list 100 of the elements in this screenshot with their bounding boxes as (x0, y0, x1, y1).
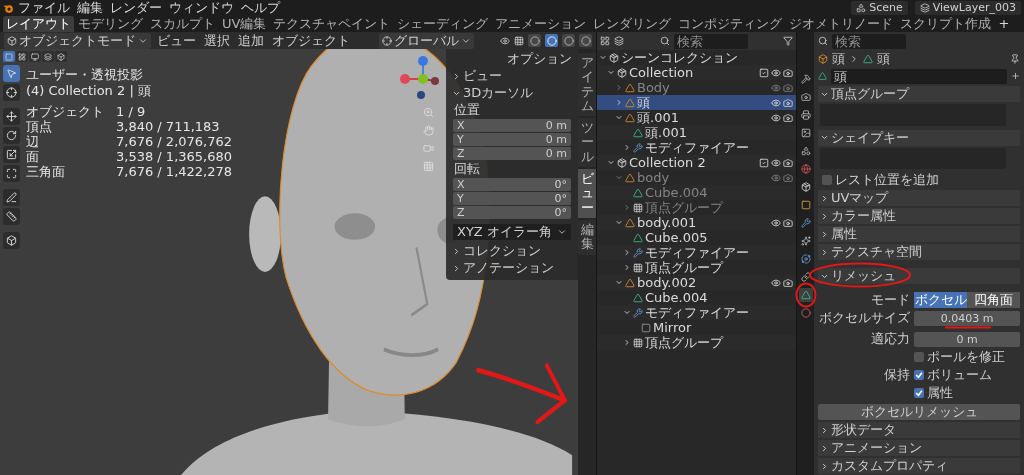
workspace-tab[interactable]: レイアウト (3, 16, 74, 32)
pin-icon[interactable] (1010, 53, 1020, 64)
eye-icon[interactable] (771, 277, 781, 288)
outliner-row[interactable]: 頭 (597, 95, 796, 110)
sidebar-tab[interactable]: ビュー (578, 169, 596, 218)
chevron-icon[interactable] (820, 193, 829, 203)
panel-header[interactable]: 頂点グループ (818, 86, 1020, 103)
eye-icon[interactable] (771, 217, 781, 228)
panel-header[interactable]: UVマップ (818, 190, 1020, 207)
checkbox[interactable]: レスト位置を追加 (818, 172, 1020, 189)
properties-tab[interactable] (798, 234, 813, 248)
tool-button[interactable] (3, 108, 20, 125)
perspective-toggle-button[interactable] (421, 159, 435, 173)
checkbox[interactable]: 属性 (914, 385, 953, 402)
eye-icon[interactable] (771, 67, 781, 78)
workspace-tab[interactable]: アニメーション (492, 16, 590, 32)
selection-mode-button[interactable] (29, 51, 41, 62)
filter-icon[interactable] (783, 36, 793, 46)
checkbox-box[interactable] (914, 352, 924, 363)
shading-mode-button[interactable] (579, 34, 592, 47)
tool-button[interactable] (3, 165, 20, 182)
mode-dropdown[interactable]: オブジェクトモード (4, 32, 151, 49)
checkbox-icon[interactable] (759, 67, 769, 78)
workspace-tab[interactable]: スクリプト作成 (897, 16, 995, 32)
tool-button[interactable] (3, 84, 20, 101)
orientation-dropdown[interactable]: グローバル (378, 32, 474, 49)
chevron-icon[interactable] (452, 246, 461, 256)
workspace-tab[interactable]: UV編集 (219, 16, 270, 32)
number-field[interactable]: Z 0° (453, 206, 571, 219)
chevron-icon[interactable] (623, 308, 631, 317)
chevron-icon[interactable] (452, 71, 461, 81)
panel-header[interactable]: 属性 (818, 226, 1020, 243)
selection-mode-button[interactable] (3, 51, 15, 62)
workspace-tab[interactable]: レンダリング (590, 16, 675, 32)
scene-selector[interactable]: Scene (851, 1, 908, 15)
menu-item[interactable]: ファイル (15, 0, 73, 16)
search-field[interactable]: 検索 (832, 33, 906, 49)
panel-header[interactable]: カスタムプロパティ (818, 458, 1020, 475)
panel-header[interactable]: コレクション (450, 243, 574, 259)
plus-icon[interactable] (1011, 71, 1020, 82)
number-field[interactable]: 0.0403 m (914, 310, 1020, 326)
number-field[interactable]: X 0 m (453, 119, 571, 132)
tool-button[interactable] (3, 65, 20, 82)
workspace-tab[interactable]: モデリング (75, 16, 146, 32)
menu-item[interactable]: ビュー (155, 32, 198, 49)
properties-tab[interactable] (798, 108, 813, 122)
chevron-icon[interactable] (623, 143, 631, 152)
panel-header[interactable]: アノテーション (450, 260, 574, 276)
workspace-tab[interactable]: シェーディング (394, 16, 492, 32)
workspace-tab[interactable]: ジオメトリノード (786, 16, 897, 32)
layers-icon[interactable] (614, 36, 624, 46)
selection-mode-button[interactable] (55, 51, 67, 62)
properties-tab[interactable] (798, 288, 813, 302)
panel-header[interactable]: アニメーション (818, 440, 1020, 457)
menu-item[interactable]: ウィンドウ (166, 0, 237, 16)
number-field[interactable]: 0 m (914, 331, 1020, 347)
panel-header[interactable]: ビュー (450, 68, 574, 84)
menu-item[interactable]: 追加 (236, 32, 266, 49)
view-layer-selector[interactable]: ViewLayer_003 (914, 1, 1021, 15)
number-field[interactable]: X 0° (453, 178, 571, 191)
workspace-tab[interactable]: コンポジティング (675, 16, 786, 32)
mode-toggle[interactable]: ボクセル (914, 292, 967, 309)
properties-tab[interactable] (798, 72, 813, 86)
chevron-icon[interactable] (820, 229, 829, 239)
chevron-icon[interactable] (599, 53, 607, 62)
eye-icon[interactable] (771, 112, 781, 123)
options-dropdown[interactable]: オプション (505, 51, 574, 67)
checkbox-box[interactable] (914, 370, 924, 381)
tool-button[interactable] (3, 189, 20, 206)
chevron-icon[interactable] (623, 338, 631, 347)
chevron-icon[interactable] (820, 247, 829, 257)
menu-item[interactable]: 編集 (74, 0, 106, 16)
chevron-icon[interactable] (452, 263, 461, 273)
tool-button[interactable] (3, 232, 20, 249)
selection-mode-button[interactable] (16, 51, 28, 62)
chevron-icon[interactable] (607, 158, 615, 167)
chevron-icon[interactable] (615, 113, 623, 122)
menu-item[interactable]: ヘルプ (238, 0, 283, 16)
properties-tab[interactable] (798, 306, 813, 320)
workspace-tab[interactable]: テクスチャペイント (270, 16, 394, 32)
shading-mode-button[interactable] (528, 34, 541, 47)
panel-header[interactable]: 形状データ (818, 422, 1020, 439)
chevron-icon[interactable] (615, 278, 623, 287)
eye-icon[interactable] (771, 157, 781, 168)
checkbox-box[interactable] (914, 388, 924, 399)
tool-button[interactable] (3, 127, 20, 144)
selection-mode-button[interactable] (42, 51, 54, 62)
chevron-icon[interactable] (820, 425, 829, 435)
chevron-icon[interactable] (623, 248, 631, 257)
chevron-icon[interactable] (623, 263, 631, 272)
sidebar-tab[interactable]: アイテム (578, 53, 596, 117)
display-mode-icon[interactable] (600, 36, 610, 46)
panel-header[interactable]: カラー属性 (818, 208, 1020, 225)
properties-tab[interactable] (798, 90, 813, 104)
eye-icon[interactable] (771, 97, 781, 108)
add-workspace-button[interactable]: + (995, 16, 1013, 32)
chevron-icon[interactable] (615, 218, 623, 227)
checkbox-box[interactable] (822, 175, 832, 186)
panel-header[interactable]: 3Dカーソル (450, 85, 574, 101)
sidebar-tab[interactable]: ツール (578, 118, 596, 168)
